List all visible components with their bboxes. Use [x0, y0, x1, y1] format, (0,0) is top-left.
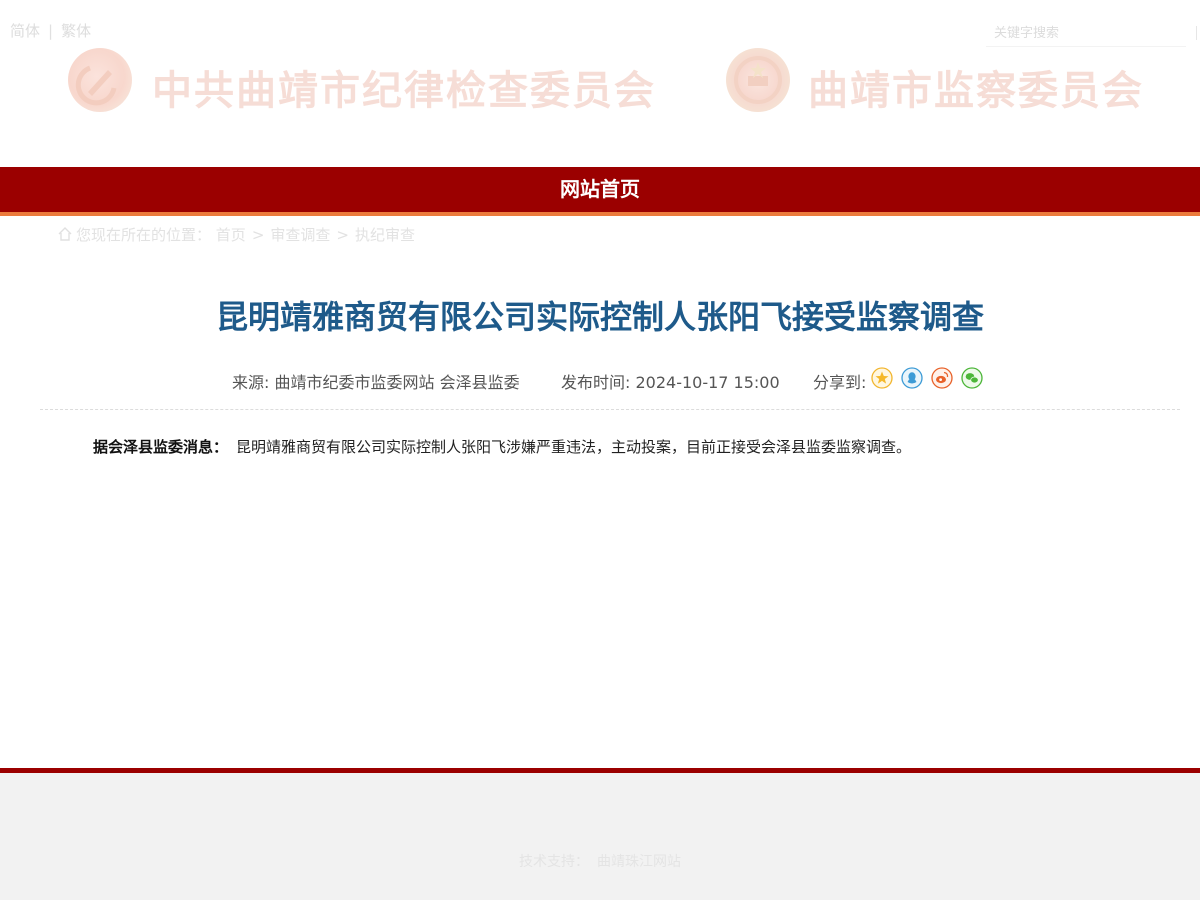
- main-nav: 网站首页: [0, 167, 1200, 212]
- share-label: 分享到:: [813, 373, 867, 392]
- simplified-link[interactable]: 简体: [10, 20, 40, 41]
- footer-support-link[interactable]: 曲靖珠江网站: [597, 854, 681, 870]
- article-title: 昆明靖雅商贸有限公司实际控制人张阳飞接受监察调查: [215, 298, 984, 336]
- article-body: 据会泽县监委消息： 昆明靖雅商贸有限公司实际控制人张阳飞涉嫌严重违法，主动投案，目…: [93, 436, 1133, 458]
- article-text: 昆明靖雅商贸有限公司实际控制人张阳飞涉嫌严重违法，主动投案，目前正接受会泽县监委…: [236, 438, 912, 456]
- article-source: 来源: 曲靖市纪委市监委网站 会泽县监委: [232, 373, 520, 392]
- breadcrumb-arrow: >: [336, 226, 349, 244]
- language-switch: 简体 | 繁体: [10, 20, 91, 41]
- footer-support: 技术支持： 曲靖珠江网站: [0, 851, 1200, 871]
- search-button[interactable]: [1196, 26, 1197, 40]
- nav-home[interactable]: 网站首页: [0, 167, 1200, 212]
- nav-accent-stripe: [0, 212, 1200, 216]
- breadcrumb-review[interactable]: 审查调查: [270, 224, 330, 245]
- traditional-link[interactable]: 繁体: [61, 20, 91, 41]
- lang-separator: |: [48, 22, 54, 40]
- location-icon: [58, 227, 72, 241]
- breadcrumb-home[interactable]: 首页: [216, 224, 246, 245]
- wechat-icon[interactable]: [961, 367, 983, 389]
- footer: 技术支持： 曲靖珠江网站: [0, 773, 1200, 900]
- banner-title-supervision: 曲靖市监察委员会: [808, 67, 1144, 114]
- meta-divider: [40, 409, 1180, 410]
- banner-title-commission: 中共曲靖市纪律检查委员会: [152, 67, 656, 114]
- qq-icon[interactable]: [901, 367, 923, 389]
- article-meta: 来源: 曲靖市纪委市监委网站 会泽县监委 发布时间: 2024-10-17 15…: [0, 366, 1200, 392]
- breadcrumb: 您现在所在的位置： 首页 > 审查调查 > 执纪审查: [58, 224, 415, 245]
- breadcrumb-prefix: 您现在所在的位置：: [76, 226, 212, 244]
- article-publish-time: 发布时间: 2024-10-17 15:00: [561, 373, 780, 392]
- footer-support-label: 技术支持：: [519, 854, 589, 870]
- header-banner: 中共曲靖市纪律检查委员会 曲靖市监察委员会: [0, 40, 1200, 130]
- article-lead: 据会泽县监委消息：: [93, 438, 229, 456]
- breadcrumb-discipline[interactable]: 执纪审查: [355, 224, 415, 245]
- weibo-icon[interactable]: [931, 367, 953, 389]
- breadcrumb-arrow: >: [251, 226, 265, 244]
- national-emblem-icon: [726, 48, 790, 112]
- page: 简体 | 繁体 中共曲靖市纪律检查委员会 曲靖市监察委员会 网站首页: [0, 0, 1200, 900]
- qzone-icon[interactable]: [871, 367, 893, 389]
- party-emblem-icon: [68, 48, 132, 112]
